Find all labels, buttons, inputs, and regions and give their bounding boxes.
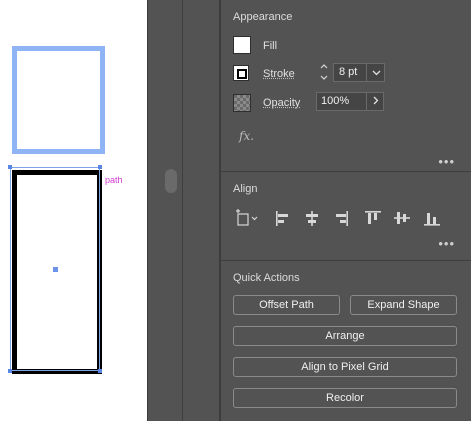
align-right-icon[interactable] <box>331 208 351 228</box>
chevron-down-icon[interactable] <box>320 75 328 83</box>
selection-handle-top-right[interactable] <box>98 165 102 169</box>
quick-actions-section-title: Quick Actions <box>233 272 300 284</box>
rectangle-shape-unselected[interactable] <box>12 46 105 154</box>
arrange-button[interactable]: Arrange <box>233 326 457 346</box>
section-divider <box>221 260 471 261</box>
align-more-options-icon[interactable]: ••• <box>438 237 455 250</box>
section-divider <box>221 171 471 172</box>
stroke-weight-stepper[interactable] <box>317 62 331 84</box>
chevron-right-icon <box>373 96 379 108</box>
align-to-selection-dropdown[interactable] <box>235 208 258 228</box>
chevron-up-icon[interactable] <box>320 63 328 72</box>
properties-panel: Appearance Fill Stroke 8 pt Opacity 100%… <box>221 0 471 421</box>
recolor-button[interactable]: Recolor <box>233 388 457 408</box>
align-to-pixel-grid-button[interactable]: Align to Pixel Grid <box>233 357 457 377</box>
gutter-edge <box>147 0 148 421</box>
opacity-transparency-icon <box>233 94 251 112</box>
align-section-title: Align <box>233 183 258 195</box>
stroke-weight-dropdown[interactable] <box>366 63 385 82</box>
gutter-divider <box>182 0 183 421</box>
align-horizontal-center-icon[interactable] <box>302 208 322 228</box>
align-vertical-center-icon[interactable] <box>392 208 412 228</box>
fill-label: Fill <box>263 40 278 52</box>
selection-handle-bottom-left[interactable] <box>8 369 12 373</box>
artboard-canvas[interactable]: path <box>0 0 147 421</box>
opacity-label[interactable]: Opacity <box>263 97 300 109</box>
appearance-more-options-icon[interactable]: ••• <box>438 155 455 168</box>
offset-path-button[interactable]: Offset Path <box>233 295 340 315</box>
selection-handle-bottom-right[interactable] <box>98 369 102 373</box>
effects-fx-button[interactable]: fx. <box>239 129 254 143</box>
appearance-section-title: Appearance <box>233 11 293 23</box>
shape-center-point[interactable] <box>53 267 58 272</box>
stroke-label[interactable]: Stroke <box>263 68 295 80</box>
scrollbar-thumb[interactable] <box>165 169 177 193</box>
smart-guide-path-label: path <box>105 175 123 185</box>
align-left-icon[interactable] <box>273 208 293 228</box>
align-top-icon[interactable] <box>363 208 383 228</box>
align-bottom-icon[interactable] <box>422 208 442 228</box>
selection-handle-top-left[interactable] <box>8 165 12 169</box>
stroke-color-swatch[interactable] <box>233 65 249 81</box>
panel-gutter <box>147 0 221 421</box>
chevron-down-icon <box>372 67 381 79</box>
opacity-slider-toggle[interactable] <box>366 92 384 111</box>
fill-color-swatch[interactable] <box>233 36 251 54</box>
expand-shape-button[interactable]: Expand Shape <box>350 295 457 315</box>
